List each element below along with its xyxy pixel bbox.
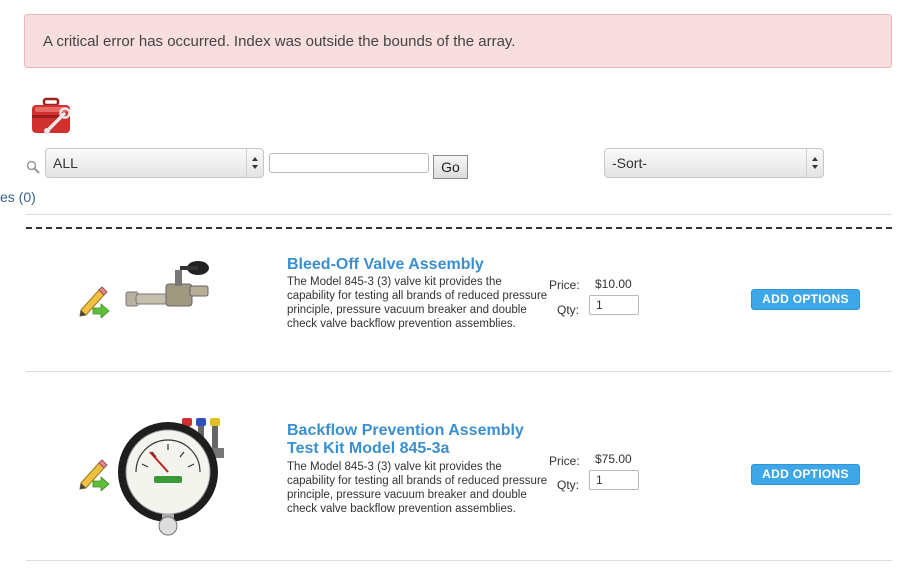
product-title-link[interactable]: Bleed-Off Valve Assembly	[287, 256, 484, 274]
qty-label: Qty:	[557, 303, 580, 317]
price-label: Price:	[549, 278, 580, 292]
price-label: Price:	[549, 454, 580, 468]
qty-input[interactable]: 1	[589, 295, 639, 315]
test-kit-product-image[interactable]	[116, 414, 232, 536]
product-description: The Model 845-3 (3) valve kit provides t…	[287, 461, 548, 515]
error-message: A critical error has occurred. Index was…	[43, 33, 516, 50]
add-options-button[interactable]: ADD OPTIONS	[751, 289, 860, 310]
qty-input[interactable]: 1	[589, 470, 639, 490]
sort-select[interactable]: -Sort-	[604, 148, 824, 178]
price-value: $75.00	[595, 452, 632, 466]
valve-product-image[interactable]	[122, 258, 218, 318]
search-input[interactable]	[269, 153, 429, 173]
qty-label: Qty:	[557, 478, 580, 492]
product-title-link[interactable]: Backflow Prevention Assembly Test Kit Mo…	[287, 422, 547, 458]
pencil-edit-icon[interactable]	[77, 457, 111, 491]
select-arrows-icon	[806, 149, 818, 177]
add-options-button[interactable]: ADD OPTIONS	[751, 464, 860, 485]
error-alert: A critical error has occurred. Index was…	[24, 14, 892, 68]
price-value: $10.00	[595, 277, 632, 291]
pencil-edit-icon[interactable]	[77, 284, 111, 318]
divider	[26, 214, 892, 215]
go-button[interactable]: Go	[433, 155, 468, 179]
category-filter-value: ALL	[53, 155, 78, 171]
compare-link[interactable]: es (0)	[0, 189, 36, 205]
divider	[26, 371, 892, 372]
category-filter-select[interactable]: ALL	[45, 148, 264, 178]
dashed-divider	[26, 227, 892, 229]
product-description: The Model 845-3 (3) valve kit provides t…	[287, 276, 548, 330]
search-icon	[26, 160, 40, 174]
sort-value: -Sort-	[612, 155, 647, 171]
select-arrows-icon	[246, 149, 258, 177]
toolbox-icon[interactable]	[30, 97, 74, 137]
divider	[26, 560, 892, 561]
